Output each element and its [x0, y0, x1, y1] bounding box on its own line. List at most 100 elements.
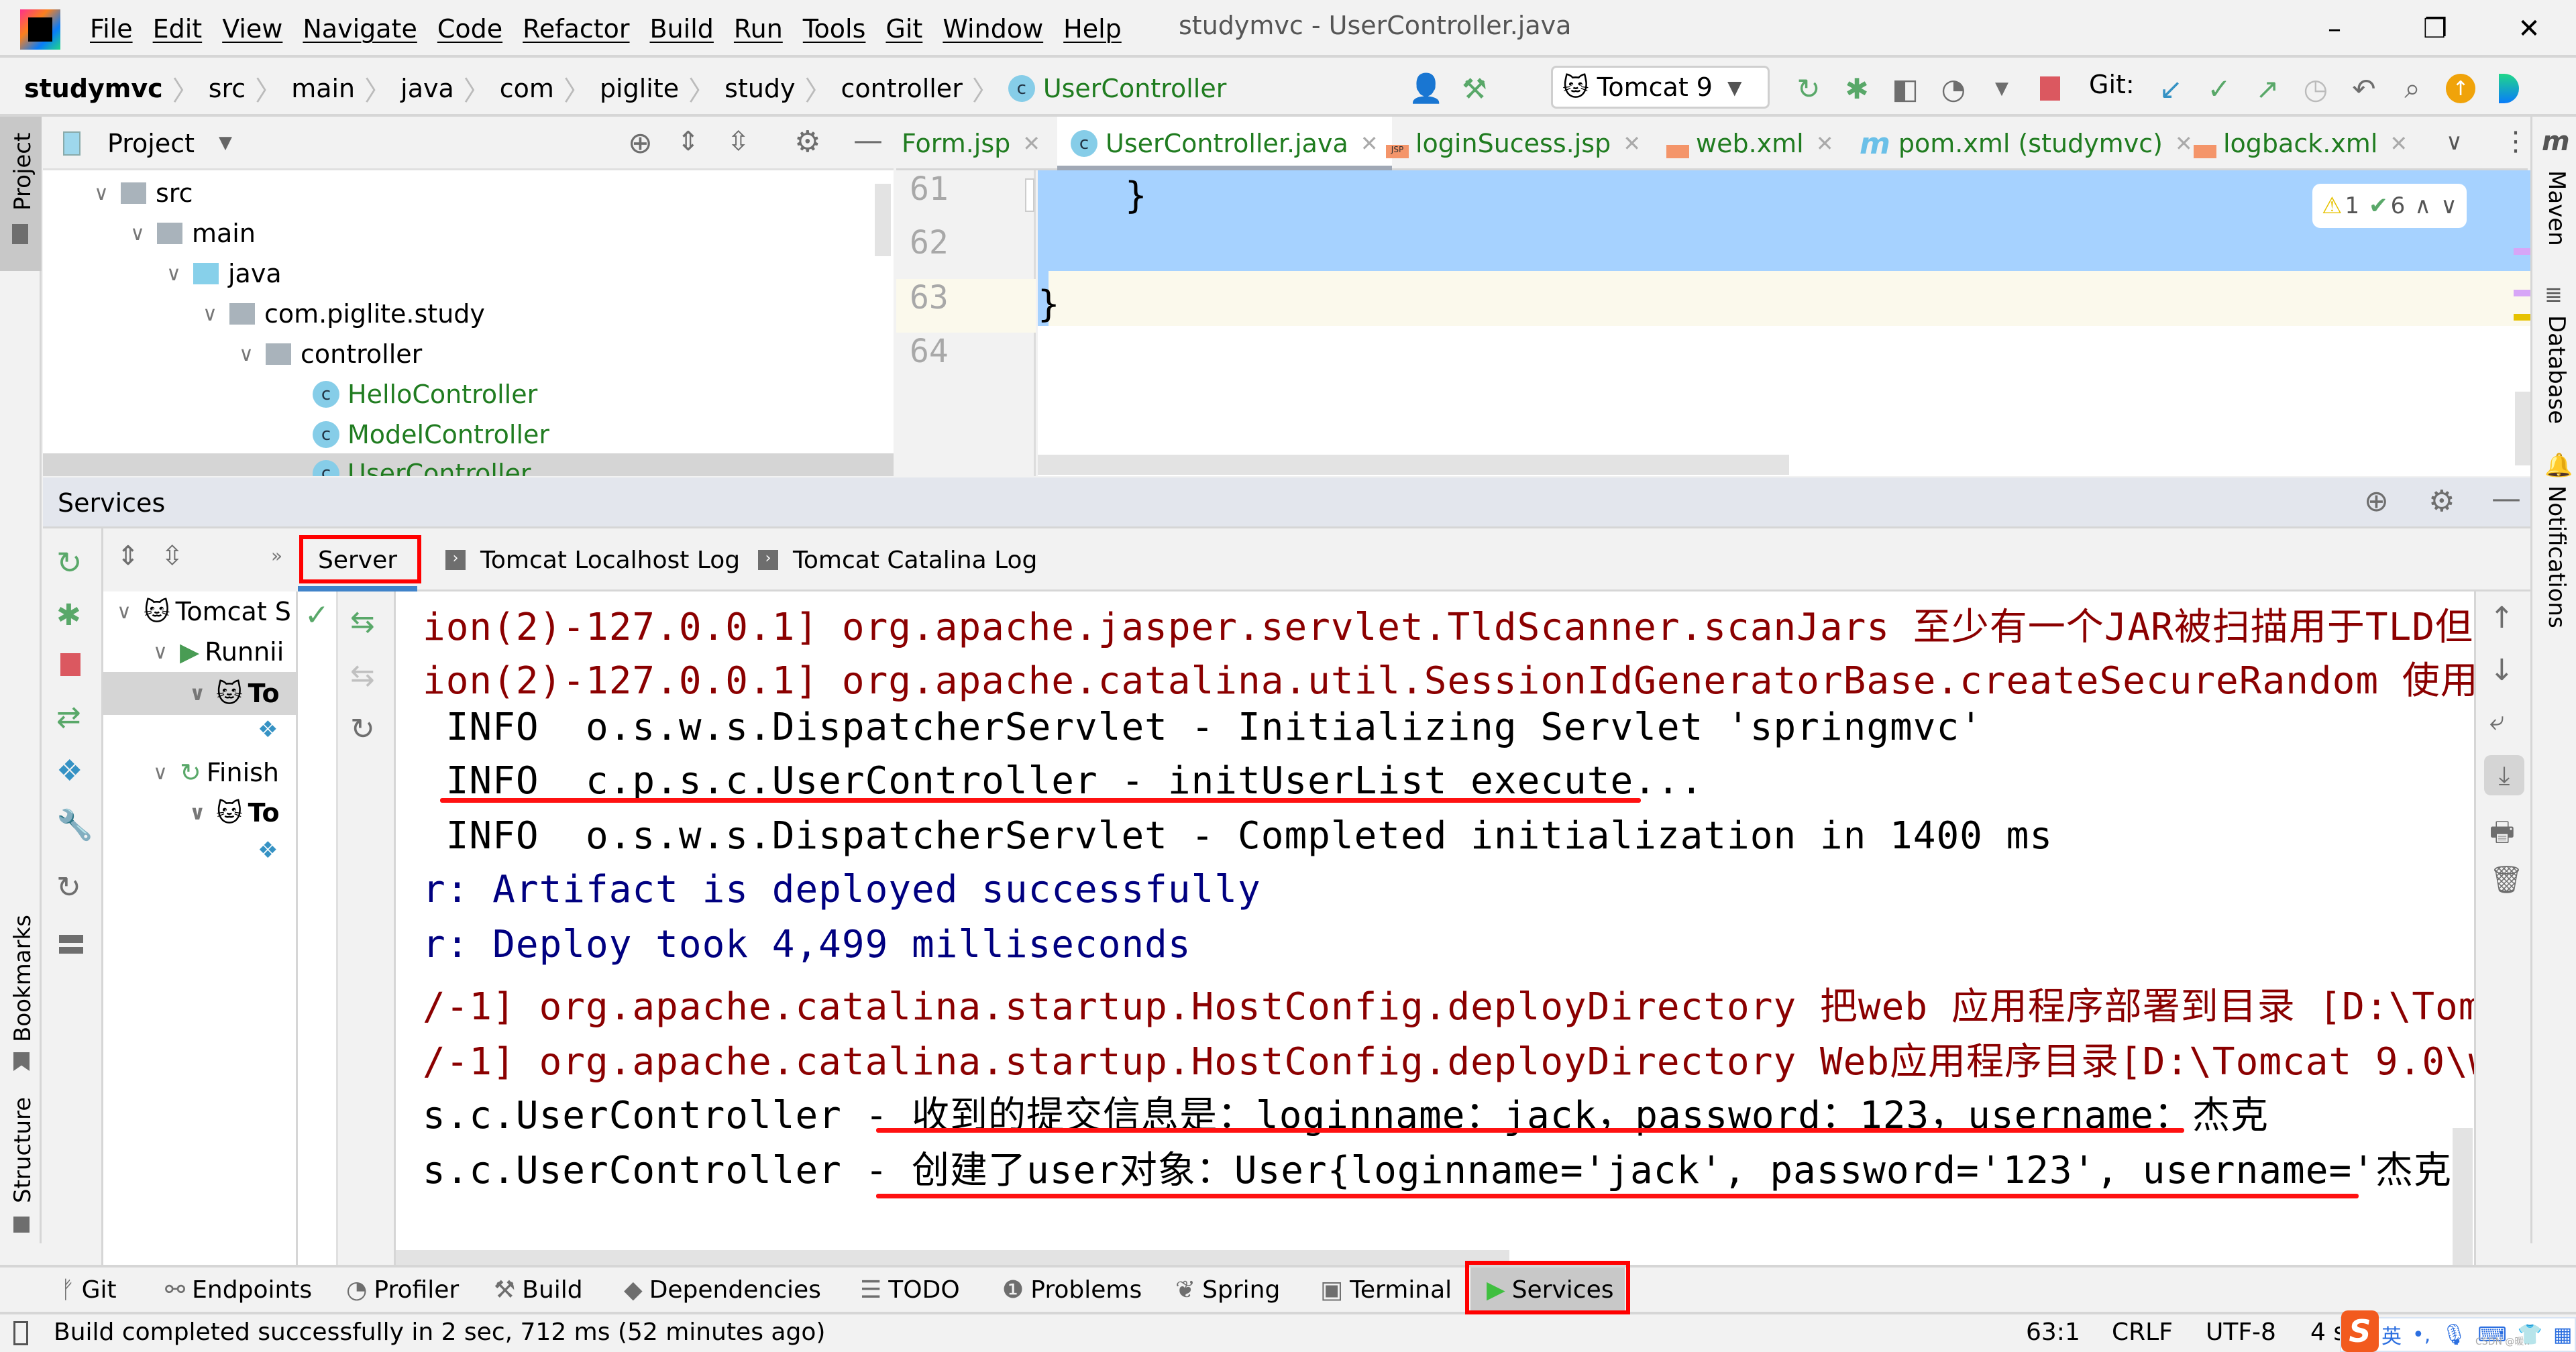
tool-tab-todo[interactable]: ☰ TODO [860, 1268, 960, 1312]
history-icon[interactable]: ◷ [2296, 68, 2336, 109]
tool-tab-dependencies[interactable]: ◆ Dependencies [624, 1268, 821, 1312]
tree-item-modelcontroller[interactable]: c ModelController [313, 414, 549, 455]
arrow-down-icon[interactable]: ↓ [2489, 653, 2514, 687]
editor-horizontal-scrollbar[interactable] [1038, 455, 1789, 475]
tool-tab-git[interactable]: ᚠ Git [60, 1268, 117, 1312]
stop-icon[interactable] [60, 653, 80, 676]
soft-wrap-icon[interactable]: ⤶ [2489, 706, 2504, 736]
maven-stripe-button[interactable]: Maven [2543, 170, 2570, 246]
status-message[interactable]: Build completed successfully in 2 sec, 7… [54, 1318, 825, 1346]
console-vertical-scrollbar[interactable] [2453, 1128, 2473, 1265]
chevron-down-icon[interactable]: ▼ [219, 133, 232, 153]
menu-tools[interactable]: Tools [803, 14, 866, 44]
next-highlight-icon[interactable]: ∨ [2440, 192, 2457, 219]
coverage-icon[interactable]: ◧ [1885, 68, 1925, 109]
tree-item-controller[interactable]: ∨ controller [239, 334, 422, 374]
menu-git[interactable]: Git [885, 14, 922, 44]
gear-icon[interactable]: ⚙ [2428, 484, 2455, 518]
sogou-ime-logo-icon[interactable]: S [2341, 1310, 2379, 1352]
debug-icon[interactable]: ✱ [1837, 68, 1877, 109]
fold-icon[interactable] [1025, 178, 1034, 212]
expand-all-icon[interactable]: ⇕ [117, 541, 140, 571]
artifact-icon[interactable]: ❖ [258, 837, 278, 864]
menu-navigate[interactable]: Navigate [303, 14, 417, 44]
menu-window[interactable]: Window [943, 14, 1043, 44]
git-commit-icon[interactable]: ✓ [2199, 68, 2239, 109]
refresh-icon[interactable]: ↻ [56, 870, 81, 905]
tab-pom-xml[interactable]: m pom.xml (studymvc) ✕ [1860, 117, 2193, 170]
tree-item-tomcat-running[interactable]: ∨ 🐱 To [189, 673, 280, 714]
tree-item-hellocontroller[interactable]: c HelloController [313, 374, 537, 414]
tool-tab-spring[interactable]: ❦ Spring [1175, 1268, 1280, 1312]
tree-item-usercontroller-selected[interactable]: c UserController [43, 453, 894, 476]
rollback-icon[interactable]: ↶ [2344, 68, 2384, 109]
project-stripe-button[interactable]: Project [0, 117, 42, 271]
gear-icon[interactable]: ⚙ [794, 125, 820, 159]
search-icon[interactable]: ⌕ [2392, 68, 2432, 109]
microphone-icon[interactable]: 🎙 [2441, 1323, 2467, 1347]
grid-icon[interactable]: ▦ [2553, 1323, 2572, 1347]
code-with-me-icon[interactable] [2489, 68, 2529, 109]
tool-tab-build[interactable]: ⚒ Build [494, 1268, 583, 1312]
expand-all-icon[interactable]: ⇕ [677, 126, 700, 157]
chevron-down-icon[interactable]: ▼ [1982, 68, 2022, 109]
close-icon[interactable]: ✕ [2175, 131, 2193, 156]
breadcrumb-item[interactable]: controller [841, 74, 963, 103]
artifact-icon[interactable]: ❖ [258, 716, 278, 743]
close-icon[interactable]: ✕ [1022, 131, 1040, 156]
breadcrumb-item[interactable]: studymvc [24, 74, 163, 103]
chevron-down-icon[interactable]: ∨ [2446, 129, 2463, 156]
restore-button[interactable]: ❐ [2395, 7, 2475, 51]
run-configuration-select[interactable]: 🐱 Tomcat 9 ▼ [1551, 66, 1770, 109]
inspection-widget[interactable]: ⚠ 1 ✔ 6 ∧ ∨ [2312, 184, 2467, 228]
tree-item-main[interactable]: ∨ main [130, 213, 256, 253]
tree-item-finished[interactable]: ∨ ↻ Finish [153, 752, 279, 793]
notifications-stripe-button[interactable]: Notifications [2543, 486, 2570, 628]
close-icon[interactable]: ✕ [1816, 131, 1834, 156]
scroll-to-end-icon[interactable]: ⤓ [2484, 755, 2524, 795]
arrow-up-icon[interactable]: ↑ [2489, 601, 2514, 635]
more-icon[interactable]: ⋮ [2502, 126, 2529, 157]
breadcrumb-item[interactable]: study [724, 74, 795, 103]
line-ending[interactable]: CRLF [2112, 1318, 2173, 1346]
hide-panel-icon[interactable]: — [2491, 482, 2521, 516]
breadcrumb-item[interactable]: src [209, 74, 246, 103]
menu-build[interactable]: Build [650, 14, 714, 44]
console-horizontal-scrollbar[interactable] [396, 1250, 1509, 1265]
close-button[interactable]: ✕ [2489, 7, 2569, 51]
bookmarks-stripe-button[interactable]: Bookmarks [9, 915, 36, 1042]
toggle-tool-windows-icon[interactable] [13, 1321, 28, 1345]
file-encoding[interactable]: UTF-8 [2206, 1318, 2276, 1346]
hide-panel-icon[interactable]: — [853, 123, 883, 158]
error-stripe-mark[interactable] [2514, 248, 2531, 255]
rerun-icon[interactable]: ↻ [1788, 68, 1829, 109]
collapse-all-icon[interactable]: ⇳ [161, 541, 184, 571]
tab-loginsucess-jsp[interactable]: JSP loginSucess.jsp ✕ [1386, 117, 1641, 170]
code-editor[interactable]: } } ⚠ 1 ✔ 6 ∧ ∨ [1038, 170, 2532, 476]
ime-mode[interactable]: 英 [2381, 1320, 2402, 1349]
project-view-select[interactable]: Project [107, 129, 195, 158]
tree-item-package[interactable]: ∨ com.piglite.study [203, 294, 485, 334]
undeploy-icon[interactable]: ⇆ [350, 659, 375, 693]
tab-tomcat-localhost-log[interactable]: › Tomcat Localhost Log [445, 543, 740, 577]
structure-stripe-button[interactable]: Structure [9, 1097, 36, 1203]
project-scrollbar[interactable] [875, 184, 891, 256]
tab-tomcat-catalina-log[interactable]: › Tomcat Catalina Log [758, 543, 1037, 577]
menu-view[interactable]: View [222, 14, 282, 44]
error-stripe-mark[interactable] [2514, 290, 2531, 296]
breadcrumb-item[interactable]: java [400, 74, 454, 103]
close-icon[interactable]: ✕ [2390, 131, 2408, 156]
collapse-all-icon[interactable]: ⇳ [727, 126, 750, 157]
print-icon[interactable]: 🖶 [2489, 813, 2515, 858]
rerun-icon[interactable]: ↻ [56, 545, 83, 581]
menu-help[interactable]: Help [1063, 14, 1122, 44]
breadcrumb-item[interactable]: piglite [600, 74, 679, 103]
tool-tab-endpoints[interactable]: ⚯ Endpoints [165, 1268, 312, 1312]
menu-edit[interactable]: Edit [153, 14, 203, 44]
caret-position[interactable]: 63:1 [2026, 1318, 2080, 1346]
tree-item-tomcat-finished[interactable]: ∨ 🐱 To [189, 793, 280, 833]
trash-icon[interactable]: 🗑 [2489, 864, 2524, 895]
build-hammer-icon[interactable]: ⚒ [1454, 68, 1495, 109]
close-icon[interactable]: ✕ [1360, 131, 1379, 156]
debug-icon[interactable]: ✱ [56, 598, 81, 632]
